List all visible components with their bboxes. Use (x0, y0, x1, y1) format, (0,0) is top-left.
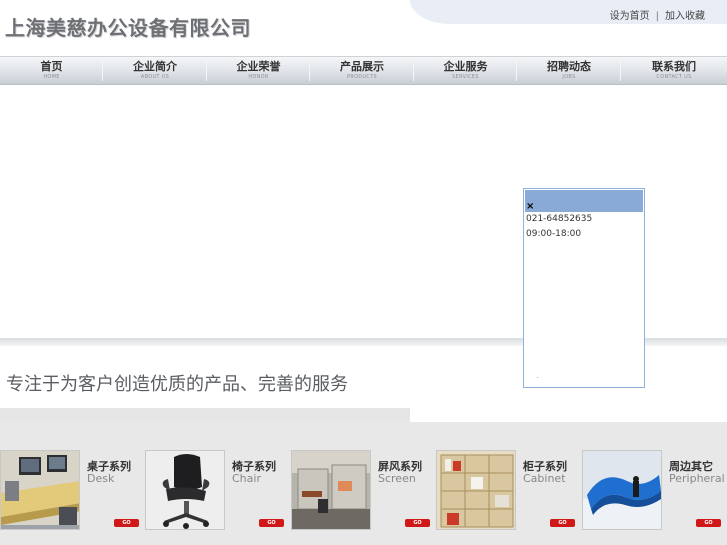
desk-photo[interactable] (0, 450, 80, 530)
popup-hours: 09:00-18:00 (526, 229, 582, 239)
cabinet-photo[interactable] (436, 450, 516, 530)
nav-sublabel: SERVICES (452, 74, 479, 80)
nav-label: 招聘动态 (547, 60, 591, 73)
product-subtitle: Screen (378, 472, 416, 485)
nav-label: 企业荣誉 (236, 60, 281, 73)
popup-phone: 021-64852635 (526, 214, 593, 224)
set-homepage-link[interactable]: 设为首页 (610, 7, 650, 22)
popup-footer-dot: . (536, 371, 539, 380)
add-favorite-link[interactable]: 加入收藏 (665, 7, 705, 22)
link-separator: | (655, 11, 659, 22)
screen-photo[interactable] (291, 450, 371, 530)
nav-sublabel: JOBS (562, 74, 576, 80)
product-subtitle: Peripheral (669, 472, 725, 485)
nav-sublabel: HOME (43, 74, 60, 80)
nav-item-services[interactable]: 企业服务 SERVICES (414, 57, 517, 84)
product-subtitle: Cabinet (523, 472, 566, 485)
main-nav: 首页 HOME 企业简介 ABOUT US 企业荣誉 HONOR 产品展示 PR… (0, 56, 727, 85)
product-subtitle: Chair (232, 472, 261, 485)
nav-label: 企业服务 (443, 60, 488, 73)
contact-popup: × 021-64852635 09:00-18:00 . (523, 188, 645, 388)
slogan: 专注于为客户创造优质的产品、完善的服务 (6, 374, 348, 395)
go-button[interactable]: GO (114, 519, 139, 527)
nav-label: 企业简介 (133, 60, 177, 73)
go-button[interactable]: GO (405, 519, 430, 527)
chair-photo[interactable] (145, 450, 225, 530)
product-subtitle: Desk (87, 472, 115, 485)
nav-sublabel: HONOR (248, 74, 269, 80)
peripheral-photo[interactable] (582, 450, 662, 530)
go-button[interactable]: GO (696, 519, 721, 527)
product-strip-top-left (0, 408, 410, 422)
popup-title-bar[interactable] (525, 190, 643, 212)
top-links: 设为首页 | 加入收藏 (610, 7, 705, 22)
product-strip-top-right (410, 408, 727, 422)
product-screen[interactable]: 屏风系列 Screen GO (291, 450, 436, 532)
product-cabinet[interactable]: 柜子系列 Cabinet GO (436, 450, 581, 532)
nav-label: 首页 (40, 60, 63, 73)
go-button[interactable]: GO (550, 519, 575, 527)
go-button[interactable]: GO (259, 519, 284, 527)
nav-item-about[interactable]: 企业简介 ABOUT US (103, 57, 207, 84)
nav-item-contact[interactable]: 联系我们 CONTACT US (621, 57, 727, 84)
nav-item-jobs[interactable]: 招聘动态 JOBS (517, 57, 621, 84)
product-chair[interactable]: 椅子系列 Chair GO (145, 450, 290, 532)
nav-label: 产品展示 (340, 60, 384, 73)
company-logo[interactable]: 上海美慈办公设备有限公司 (5, 12, 251, 41)
close-icon[interactable]: × (526, 202, 534, 212)
nav-label: 联系我们 (652, 60, 696, 73)
nav-item-products[interactable]: 产品展示 PRODUCTS (310, 57, 414, 84)
nav-sublabel: CONTACT US (656, 74, 692, 80)
site-header: 上海美慈办公设备有限公司 设为首页 | 加入收藏 (0, 0, 727, 56)
page: { "header": { "logo_text": "上海美慈办公设备有限公司… (0, 0, 727, 545)
nav-sublabel: ABOUT US (140, 74, 170, 80)
nav-item-home[interactable]: 首页 HOME (0, 57, 103, 84)
product-desk[interactable]: 桌子系列 Desk GO (0, 450, 145, 532)
product-peripheral[interactable]: 周边其它 Peripheral GO (582, 450, 727, 532)
nav-item-honor[interactable]: 企业荣誉 HONOR (207, 57, 310, 84)
product-strip: 桌子系列 Desk GO 椅子系列 Chair GO 屏风系列 Screen G… (0, 408, 727, 545)
nav-sublabel: PRODUCTS (346, 74, 378, 80)
